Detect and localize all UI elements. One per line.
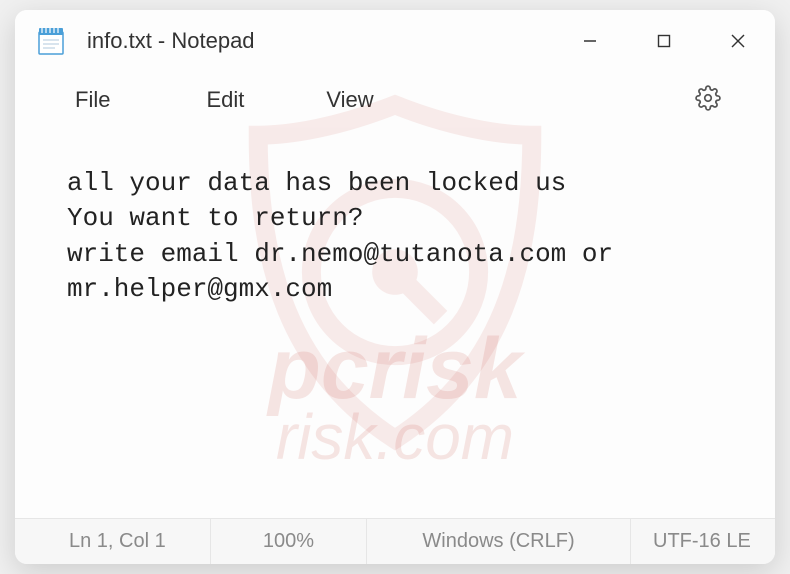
titlebar: info.txt - Notepad xyxy=(15,10,775,72)
menu-edit[interactable]: Edit xyxy=(194,81,256,119)
statusbar: Ln 1, Col 1 100% Windows (CRLF) UTF-16 L… xyxy=(15,518,775,564)
status-line-ending: Windows (CRLF) xyxy=(367,519,631,564)
status-zoom[interactable]: 100% xyxy=(211,519,367,564)
notepad-window: info.txt - Notepad File Edit View xyxy=(15,10,775,564)
notepad-app-icon xyxy=(35,25,67,57)
text-area[interactable]: all your data has been locked us You wan… xyxy=(15,128,775,518)
minimize-button[interactable] xyxy=(553,10,627,72)
status-cursor-position: Ln 1, Col 1 xyxy=(69,519,211,564)
menubar: File Edit View xyxy=(15,72,775,128)
window-title: info.txt - Notepad xyxy=(87,28,553,54)
menu-file[interactable]: File xyxy=(63,81,122,119)
settings-button[interactable] xyxy=(689,79,727,122)
window-controls xyxy=(553,10,775,72)
menu-view[interactable]: View xyxy=(314,81,385,119)
status-encoding: UTF-16 LE xyxy=(631,519,769,564)
maximize-button[interactable] xyxy=(627,10,701,72)
close-button[interactable] xyxy=(701,10,775,72)
